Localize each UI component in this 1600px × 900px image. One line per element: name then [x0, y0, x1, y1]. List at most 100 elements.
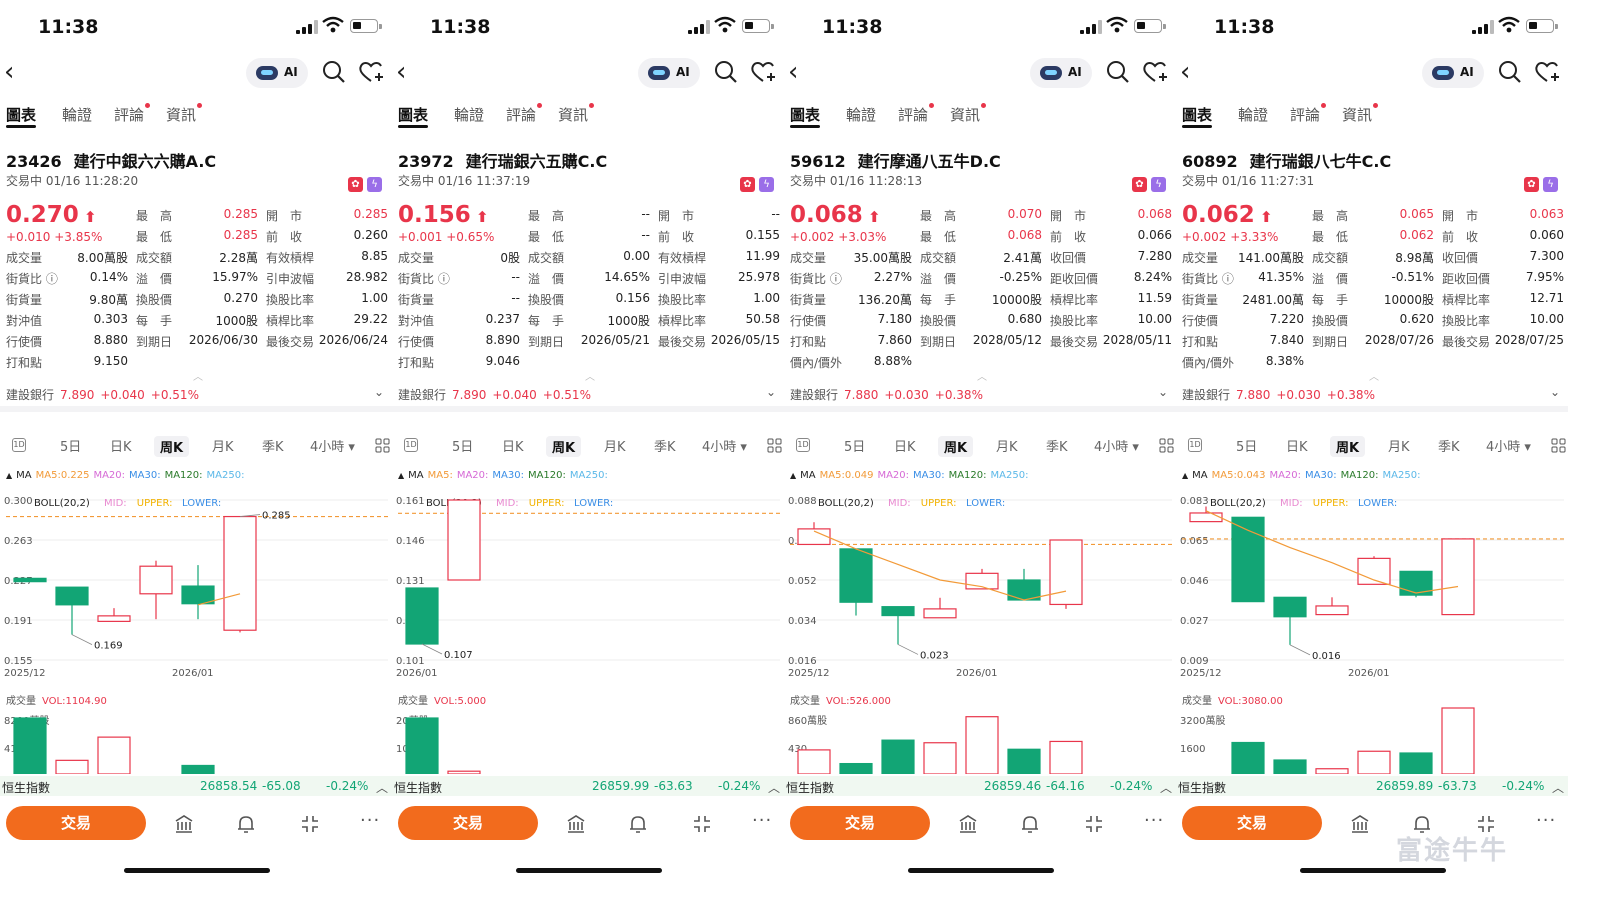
collapse-icon[interactable]: ▲	[398, 471, 404, 480]
period-tab[interactable]: 日K	[894, 436, 916, 455]
bank-icon[interactable]	[566, 814, 586, 834]
period-tab[interactable]: 季K	[1046, 436, 1068, 455]
trade-button[interactable]: 交易	[1182, 806, 1322, 840]
tab-1[interactable]: 圖表	[1182, 104, 1213, 128]
chevron-up-icon[interactable]: ︿	[1552, 779, 1564, 796]
underlying-row[interactable]: 建設銀行 7.880 +0.030 +0.38% ⌄	[1182, 385, 1562, 402]
period-tab[interactable]: 周K	[938, 436, 974, 457]
period-tab[interactable]: 月K	[996, 436, 1018, 455]
period-tab[interactable]: 4小時 ▾	[1094, 436, 1139, 455]
search-icon[interactable]	[322, 60, 346, 84]
bell-alert-icon[interactable]	[628, 814, 648, 834]
back-icon[interactable]: ‹	[788, 59, 798, 85]
timeshare-icon[interactable]: 1D	[1188, 438, 1202, 452]
period-tab[interactable]: 日K	[1286, 436, 1308, 455]
ai-assistant-button[interactable]: AI	[1422, 58, 1484, 88]
underlying-row[interactable]: 建設銀行 7.890 +0.040 +0.51% ⌄	[6, 385, 386, 402]
chevron-down-icon[interactable]: ⌄	[1550, 385, 1560, 399]
underlying-row[interactable]: 建設銀行 7.890 +0.040 +0.51% ⌄	[398, 385, 778, 402]
tab-3[interactable]: 評論	[506, 103, 543, 125]
period-tab[interactable]: 日K	[502, 436, 524, 455]
timeshare-icon[interactable]: 1D	[12, 438, 26, 452]
back-icon[interactable]: ‹	[396, 59, 406, 85]
period-tab[interactable]: 季K	[654, 436, 676, 455]
timeshare-icon[interactable]: 1D	[796, 438, 810, 452]
collapse-caret-icon[interactable]: ︿	[1369, 368, 1379, 383]
ai-assistant-button[interactable]: AI	[1030, 58, 1092, 88]
hsi-ticker[interactable]: 恒生指數 26859.99 -63.63 -0.24% ︿	[392, 776, 784, 796]
tab-1[interactable]: 圖表	[6, 104, 37, 128]
chevron-up-icon[interactable]: ︿	[1160, 779, 1172, 796]
period-tab[interactable]: 周K	[154, 436, 190, 457]
more-icon[interactable]: ···	[1536, 810, 1556, 831]
back-icon[interactable]: ‹	[4, 59, 14, 85]
add-watchlist-icon[interactable]	[1534, 60, 1562, 84]
tab-3[interactable]: 評論	[898, 103, 935, 125]
collapse-icon[interactable]: ▲	[1182, 471, 1188, 480]
hsi-ticker[interactable]: 恒生指數 26859.89 -63.73 -0.24% ︿	[1176, 776, 1568, 796]
collapse-icon[interactable]: ▲	[790, 471, 796, 480]
tab-4[interactable]: 資訊	[950, 103, 987, 125]
trade-button[interactable]: 交易	[6, 806, 146, 840]
period-tab[interactable]: 5日	[844, 436, 865, 455]
period-tab[interactable]: 5日	[60, 436, 81, 455]
collapse-caret-icon[interactable]: ︿	[977, 368, 987, 383]
tab-2[interactable]: 輪證	[454, 104, 484, 125]
period-tab[interactable]: 月K	[212, 436, 234, 455]
chevron-down-icon[interactable]: ⌄	[766, 385, 776, 399]
tab-2[interactable]: 輪證	[1238, 104, 1268, 125]
period-tab[interactable]: 周K	[1330, 436, 1366, 457]
more-icon[interactable]: ···	[360, 810, 380, 831]
bank-icon[interactable]	[1350, 814, 1370, 834]
tab-4[interactable]: 資訊	[166, 103, 203, 125]
bell-alert-icon[interactable]	[1020, 814, 1040, 834]
compress-icon[interactable]	[1084, 814, 1104, 834]
period-tab[interactable]: 季K	[262, 436, 284, 455]
grid-icon[interactable]	[767, 438, 782, 453]
tab-2[interactable]: 輪證	[846, 104, 876, 125]
grid-icon[interactable]	[1159, 438, 1174, 453]
chevron-up-icon[interactable]: ︿	[376, 779, 388, 796]
ai-assistant-button[interactable]: AI	[638, 58, 700, 88]
bell-alert-icon[interactable]	[236, 814, 256, 834]
underlying-row[interactable]: 建設銀行 7.880 +0.030 +0.38% ⌄	[790, 385, 1170, 402]
tab-1[interactable]: 圖表	[398, 104, 429, 128]
ai-assistant-button[interactable]: AI	[246, 58, 308, 88]
trade-button[interactable]: 交易	[398, 806, 538, 840]
more-icon[interactable]: ···	[1144, 810, 1164, 831]
tab-3[interactable]: 評論	[1290, 103, 1327, 125]
timeshare-icon[interactable]: 1D	[404, 438, 418, 452]
period-tab[interactable]: 周K	[546, 436, 582, 457]
bank-icon[interactable]	[174, 814, 194, 834]
collapse-caret-icon[interactable]: ︿	[193, 368, 203, 383]
add-watchlist-icon[interactable]	[750, 60, 778, 84]
period-tab[interactable]: 日K	[110, 436, 132, 455]
collapse-icon[interactable]: ▲	[6, 471, 12, 480]
back-icon[interactable]: ‹	[1180, 59, 1190, 85]
search-icon[interactable]	[1106, 60, 1130, 84]
chevron-down-icon[interactable]: ⌄	[374, 385, 384, 399]
grid-icon[interactable]	[1551, 438, 1566, 453]
search-icon[interactable]	[714, 60, 738, 84]
compress-icon[interactable]	[300, 814, 320, 834]
hsi-ticker[interactable]: 恒生指數 26859.46 -64.16 -0.24% ︿	[784, 776, 1176, 796]
tab-4[interactable]: 資訊	[1342, 103, 1379, 125]
compress-icon[interactable]	[692, 814, 712, 834]
chevron-down-icon[interactable]: ⌄	[1158, 385, 1168, 399]
trade-button[interactable]: 交易	[790, 806, 930, 840]
add-watchlist-icon[interactable]	[358, 60, 386, 84]
period-tab[interactable]: 5日	[1236, 436, 1257, 455]
period-tab[interactable]: 4小時 ▾	[1486, 436, 1531, 455]
period-tab[interactable]: 季K	[1438, 436, 1460, 455]
add-watchlist-icon[interactable]	[1142, 60, 1170, 84]
tab-4[interactable]: 資訊	[558, 103, 595, 125]
collapse-caret-icon[interactable]: ︿	[585, 368, 595, 383]
tab-3[interactable]: 評論	[114, 103, 151, 125]
period-tab[interactable]: 月K	[604, 436, 626, 455]
chevron-up-icon[interactable]: ︿	[768, 779, 780, 796]
period-tab[interactable]: 月K	[1388, 436, 1410, 455]
tab-1[interactable]: 圖表	[790, 104, 821, 128]
period-tab[interactable]: 5日	[452, 436, 473, 455]
period-tab[interactable]: 4小時 ▾	[310, 436, 355, 455]
search-icon[interactable]	[1498, 60, 1522, 84]
